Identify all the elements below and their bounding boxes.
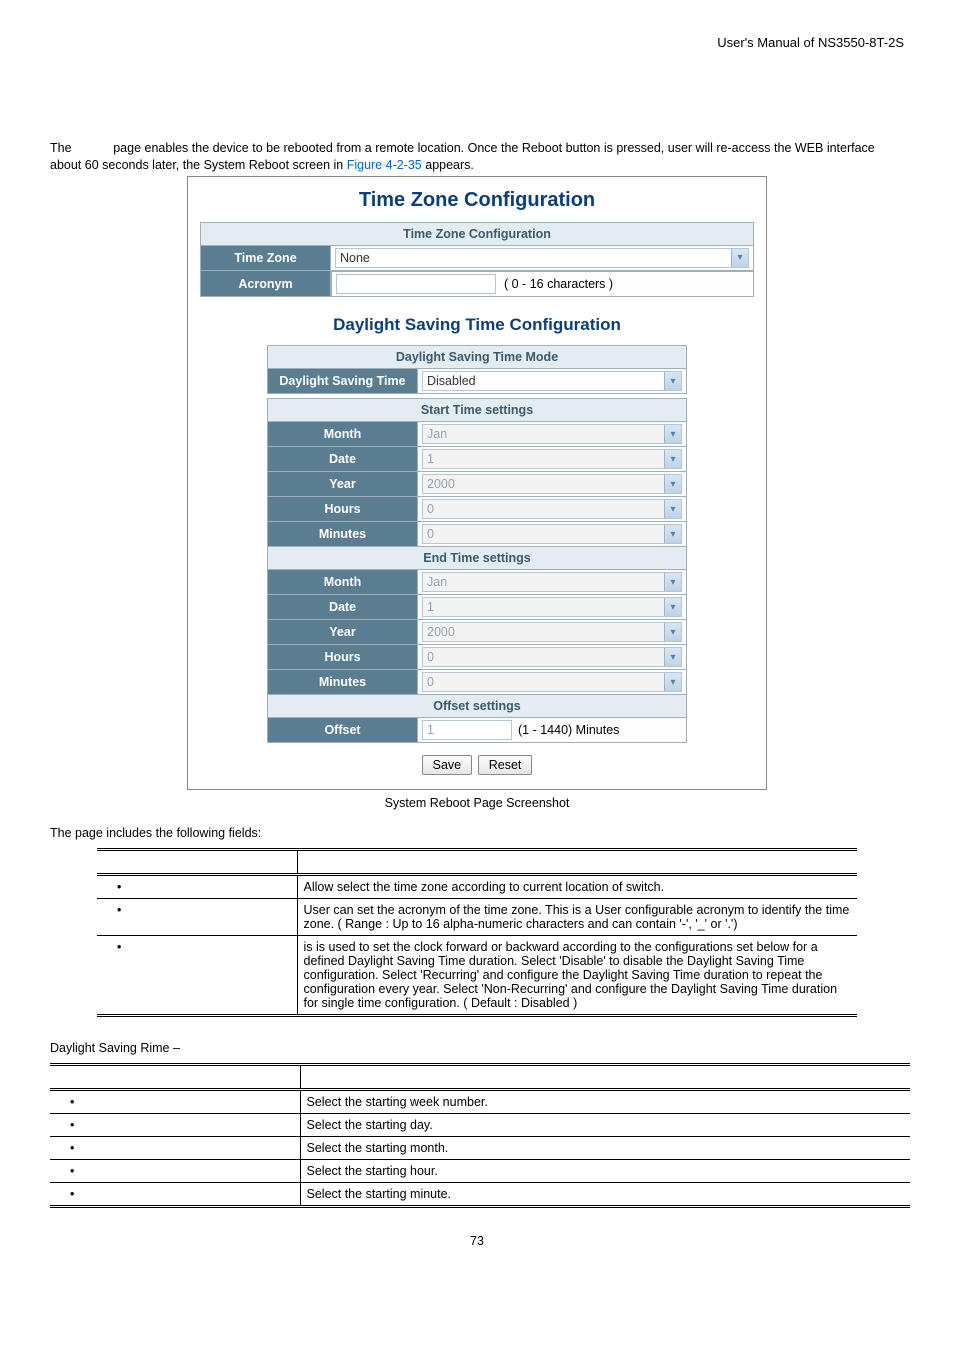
- acronym-input[interactable]: [336, 274, 496, 294]
- acronym-hint: ( 0 - 16 characters ): [504, 277, 613, 291]
- bullet-icon: •: [70, 1141, 74, 1155]
- fields-table-2: • Select the starting week number. • Selec…: [50, 1063, 910, 1208]
- dst-label: Daylight Saving Time: [268, 369, 418, 394]
- tz-config-table: Time Zone Configuration Time Zone None ▾…: [200, 222, 754, 298]
- chevron-down-icon: ▾: [664, 673, 681, 691]
- start-month-value: Jan: [427, 427, 447, 441]
- t1-head-desc: [297, 850, 857, 875]
- intro-text-c: appears.: [425, 158, 474, 172]
- end-month-select[interactable]: Jan ▾: [422, 572, 682, 592]
- end-minutes-label: Minutes: [268, 670, 418, 695]
- end-date-label: Date: [268, 595, 418, 620]
- t1-desc-0: Allow select the time zone according to …: [297, 875, 857, 899]
- bullet-icon: •: [70, 1095, 74, 1109]
- t2-head-desc: [300, 1065, 910, 1090]
- chevron-down-icon: ▾: [664, 500, 681, 518]
- chevron-down-icon: ▾: [664, 598, 681, 616]
- bullet-icon: •: [70, 1187, 74, 1201]
- dst-config-title: Daylight Saving Time Configuration: [267, 315, 687, 335]
- tz-select-value: None: [340, 251, 370, 265]
- tz-section-header: Time Zone Configuration: [201, 222, 754, 245]
- start-hours-label: Hours: [268, 497, 418, 522]
- page-number: 73: [50, 1234, 904, 1248]
- start-time-header: Start Time settings: [268, 399, 687, 422]
- tz-select[interactable]: None ▾: [335, 248, 749, 268]
- bullet-icon: •: [70, 1164, 74, 1178]
- end-year-label: Year: [268, 620, 418, 645]
- start-month-select[interactable]: Jan ▾: [422, 424, 682, 444]
- end-minutes-value: 0: [427, 675, 434, 689]
- t2-desc-1: Select the starting day.: [300, 1114, 910, 1137]
- dst-select-value: Disabled: [427, 374, 476, 388]
- dst-subheader: Daylight Saving Rime –: [50, 1041, 904, 1055]
- bullet-icon: •: [117, 940, 121, 954]
- chevron-down-icon: ▾: [664, 648, 681, 666]
- chevron-down-icon: ▾: [664, 372, 681, 390]
- dst-select[interactable]: Disabled ▾: [422, 371, 682, 391]
- start-minutes-select[interactable]: 0▾: [422, 524, 682, 544]
- bullet-icon: •: [117, 880, 121, 894]
- save-button[interactable]: Save: [422, 755, 473, 775]
- chevron-down-icon: ▾: [664, 525, 681, 543]
- start-date-label: Date: [268, 447, 418, 472]
- t2-desc-4: Select the starting minute.: [300, 1183, 910, 1207]
- t1-head-obj: [97, 850, 297, 875]
- intro-paragraph: The page enables the device to be reboot…: [50, 140, 904, 174]
- chevron-down-icon: ▾: [664, 425, 681, 443]
- dst-mode-table: Daylight Saving Time Mode Daylight Savin…: [267, 345, 687, 394]
- chevron-down-icon: ▾: [731, 249, 748, 267]
- end-hours-select[interactable]: 0▾: [422, 647, 682, 667]
- screenshot-panel: Time Zone Configuration Time Zone Config…: [187, 176, 767, 791]
- end-time-header: End Time settings: [268, 547, 687, 570]
- offset-hint: (1 - 1440) Minutes: [518, 723, 619, 737]
- end-hours-label: Hours: [268, 645, 418, 670]
- chevron-down-icon: ▾: [664, 623, 681, 641]
- intro-text-a: The: [50, 141, 72, 155]
- t1-desc-1: User can set the acronym of the time zon…: [297, 899, 857, 936]
- end-hours-value: 0: [427, 650, 434, 664]
- bullet-icon: •: [117, 903, 121, 917]
- offset-label: Offset: [268, 718, 418, 743]
- chevron-down-icon: ▾: [664, 475, 681, 493]
- end-minutes-select[interactable]: 0▾: [422, 672, 682, 692]
- chevron-down-icon: ▾: [664, 573, 681, 591]
- start-minutes-label: Minutes: [268, 522, 418, 547]
- end-month-label: Month: [268, 570, 418, 595]
- fields-table-1: • Allow select the time zone according to…: [97, 848, 857, 1017]
- figure-link[interactable]: Figure 4-2-35: [347, 158, 422, 172]
- chevron-down-icon: ▾: [664, 450, 681, 468]
- start-year-value: 2000: [427, 477, 455, 491]
- end-month-value: Jan: [427, 575, 447, 589]
- reset-button[interactable]: Reset: [478, 755, 533, 775]
- doc-header: User's Manual of NS3550-8T-2S: [50, 35, 904, 50]
- start-year-label: Year: [268, 472, 418, 497]
- offset-input[interactable]: [422, 720, 512, 740]
- t2-head-obj: [50, 1065, 300, 1090]
- t1-desc-2: is is used to set the clock forward or b…: [297, 936, 857, 1016]
- tz-config-title: Time Zone Configuration: [200, 189, 754, 212]
- acronym-label: Acronym: [201, 270, 331, 297]
- start-hours-value: 0: [427, 502, 434, 516]
- t2-desc-3: Select the starting hour.: [300, 1160, 910, 1183]
- start-time-table: Start Time settings Month Jan▾ Date 1▾ Y…: [267, 398, 687, 743]
- t2-desc-0: Select the starting week number.: [300, 1090, 910, 1114]
- start-date-select[interactable]: 1▾: [422, 449, 682, 469]
- start-date-value: 1: [427, 452, 434, 466]
- start-minutes-value: 0: [427, 527, 434, 541]
- dst-mode-header: Daylight Saving Time Mode: [268, 346, 687, 369]
- offset-header: Offset settings: [268, 695, 687, 718]
- end-year-value: 2000: [427, 625, 455, 639]
- end-year-select[interactable]: 2000 ▾: [422, 622, 682, 642]
- start-month-label: Month: [268, 422, 418, 447]
- tz-label: Time Zone: [201, 245, 331, 270]
- end-date-select[interactable]: 1▾: [422, 597, 682, 617]
- t2-desc-2: Select the starting month.: [300, 1137, 910, 1160]
- fields-intro: The page includes the following fields:: [50, 826, 904, 840]
- screenshot-caption: System Reboot Page Screenshot: [50, 796, 904, 810]
- start-hours-select[interactable]: 0▾: [422, 499, 682, 519]
- end-date-value: 1: [427, 600, 434, 614]
- start-year-select[interactable]: 2000 ▾: [422, 474, 682, 494]
- bullet-icon: •: [70, 1118, 74, 1132]
